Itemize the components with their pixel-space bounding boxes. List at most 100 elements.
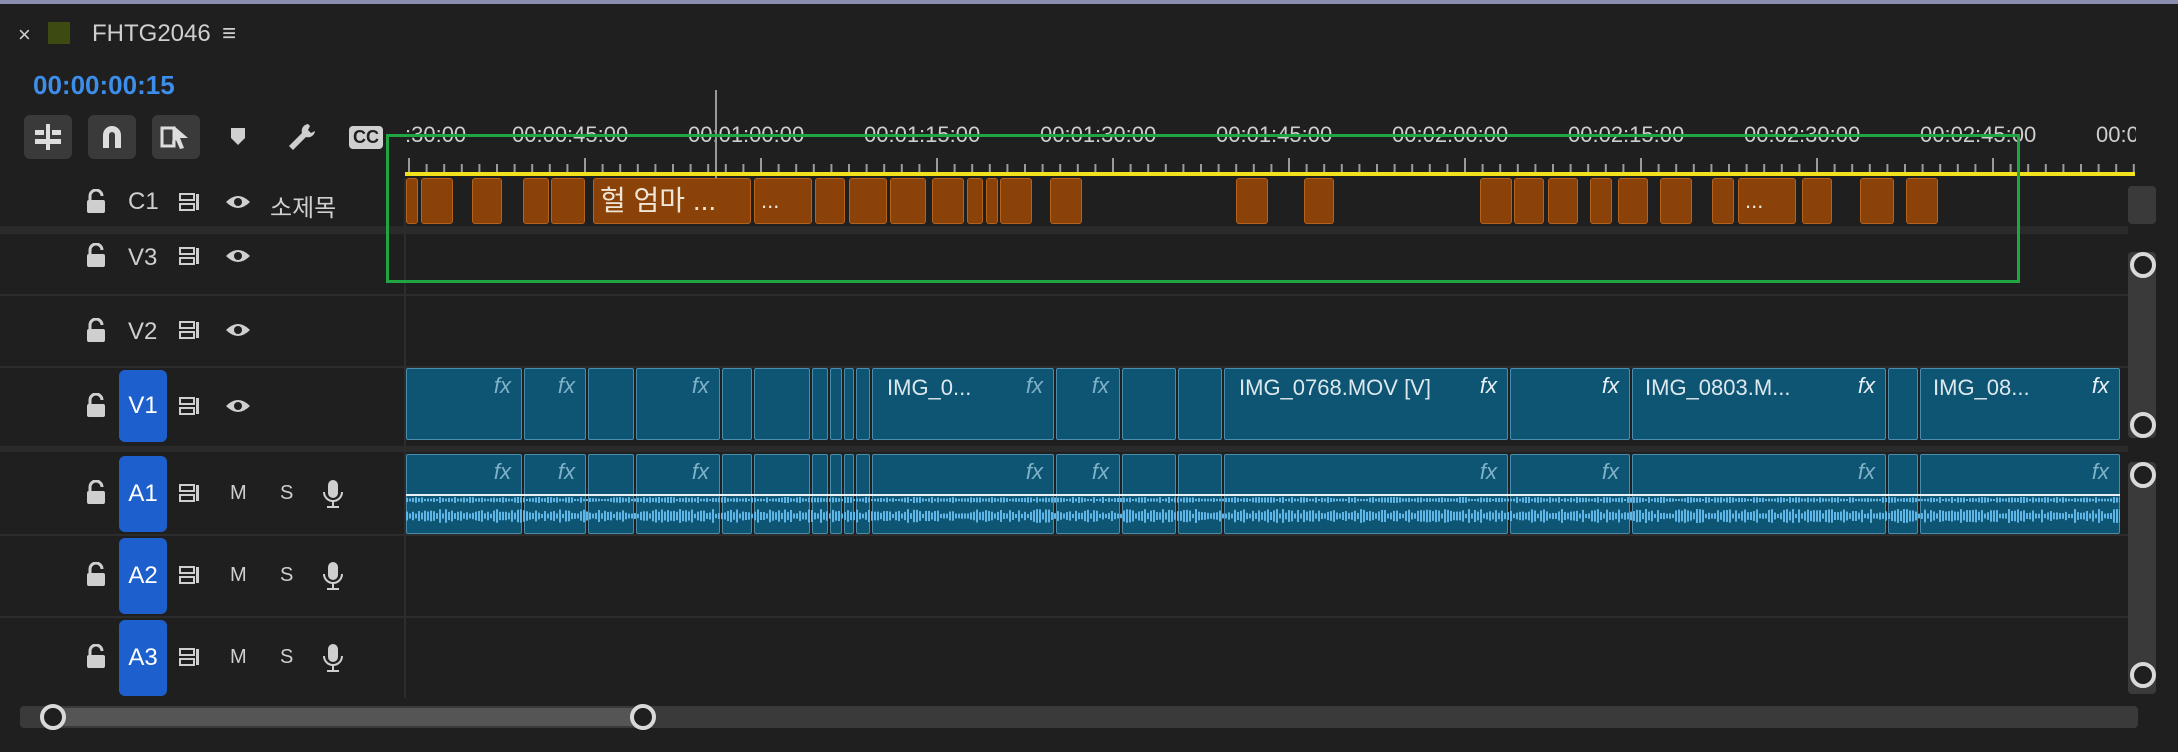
panel-menu-icon[interactable]: ≡ [222, 20, 236, 48]
waveform-bar [1594, 498, 1596, 502]
caption-track-scrollbar[interactable] [2128, 186, 2156, 224]
waveform-bar [1324, 513, 1326, 519]
waveform-bar [1996, 497, 1998, 503]
video-clip[interactable]: IMG_08... fx [1920, 368, 2120, 440]
insert-overwrite-icon[interactable] [24, 115, 72, 159]
solo-button-a1[interactable]: S [280, 482, 293, 505]
video-clip[interactable] [1122, 368, 1176, 440]
waveform-bar [1720, 512, 1722, 520]
waveform-bar [1852, 511, 1854, 521]
lock-icon[interactable] [84, 318, 108, 344]
waveform-bar [1702, 498, 1704, 502]
waveform-bar [766, 497, 768, 503]
lock-icon[interactable] [84, 480, 108, 506]
video-clip[interactable]: IMG_0... fx [872, 368, 1054, 440]
sync-lock-icon[interactable] [178, 483, 202, 503]
waveform-bar [787, 512, 789, 520]
scrollbar-knob[interactable] [2130, 412, 2156, 438]
lock-icon[interactable] [84, 644, 108, 670]
eye-icon[interactable] [224, 246, 252, 266]
sync-lock-icon[interactable] [178, 320, 202, 340]
wrench-settings-icon[interactable] [280, 115, 324, 159]
sync-lock-icon[interactable] [178, 192, 202, 212]
zoom-handle-left[interactable] [40, 704, 66, 730]
close-panel-icon[interactable]: × [18, 22, 31, 48]
video-clip[interactable] [588, 368, 634, 440]
video-clip[interactable]: fx [636, 368, 720, 440]
waveform-bar [1984, 513, 1986, 519]
microphone-icon[interactable] [322, 478, 344, 510]
video-clip[interactable]: IMG_0768.MOV [V] fx [1224, 368, 1508, 440]
scrollbar-knob[interactable] [2130, 252, 2156, 278]
waveform-bar [502, 511, 504, 521]
waveform-bar [1399, 513, 1401, 519]
eye-icon[interactable] [224, 396, 252, 416]
track-target-a1[interactable]: A1 [119, 456, 167, 532]
sequence-tab-name[interactable]: FHTG2046 [92, 20, 211, 48]
waveform-bar [2047, 512, 2049, 520]
waveform-bar [634, 498, 636, 502]
waveform-bar [1861, 498, 1863, 502]
eye-icon[interactable] [224, 192, 252, 212]
track-target-v1[interactable]: V1 [119, 370, 167, 442]
snap-magnet-icon[interactable] [88, 115, 136, 159]
microphone-icon[interactable] [322, 642, 344, 674]
audio-waveform [406, 494, 2120, 523]
video-clip[interactable] [754, 368, 810, 440]
scrollbar-thumb[interactable] [44, 708, 644, 726]
sync-lock-icon[interactable] [178, 396, 202, 416]
mute-button-a1[interactable]: M [230, 482, 247, 505]
video-clip[interactable] [856, 368, 870, 440]
video-clip[interactable]: fx [406, 368, 522, 440]
zoom-handle-right[interactable] [630, 704, 656, 730]
lock-icon[interactable] [84, 562, 108, 588]
waveform-bar [1855, 498, 1857, 502]
video-clip[interactable] [844, 368, 854, 440]
waveform-bar [670, 497, 672, 503]
video-clip[interactable] [812, 368, 828, 440]
linked-selection-icon[interactable] [152, 115, 200, 159]
solo-button-a2[interactable]: S [280, 564, 293, 587]
sync-lock-icon[interactable] [178, 565, 202, 585]
waveform-bar [826, 511, 828, 521]
video-clip[interactable]: IMG_0803.M... fx [1632, 368, 1886, 440]
video-clip[interactable] [1178, 368, 1222, 440]
track-target-a3[interactable]: A3 [119, 620, 167, 696]
track-target-a2[interactable]: A2 [119, 538, 167, 614]
waveform-bar [496, 498, 498, 502]
waveform-bar [628, 513, 630, 519]
lock-icon[interactable] [84, 393, 108, 419]
waveform-bar [2032, 497, 2034, 503]
mute-button-a3[interactable]: M [230, 646, 247, 669]
video-tracks-scrollbar[interactable] [2128, 252, 2156, 438]
video-clip[interactable]: fx [1056, 368, 1120, 440]
waveform-bar [1012, 498, 1014, 502]
audio-tracks-scrollbar[interactable] [2128, 462, 2156, 694]
waveform-bar [1540, 510, 1542, 522]
waveform-bar [1678, 509, 1680, 523]
video-clip[interactable] [830, 368, 842, 440]
microphone-icon[interactable] [322, 560, 344, 592]
scrollbar-knob[interactable] [2130, 662, 2156, 688]
waveform-bar [454, 497, 456, 503]
mute-button-a2[interactable]: M [230, 564, 247, 587]
waveform-bar [1858, 498, 1860, 502]
video-clip[interactable]: fx [1510, 368, 1630, 440]
eye-icon[interactable] [224, 320, 252, 340]
lock-icon[interactable] [84, 243, 108, 269]
sync-lock-icon[interactable] [178, 647, 202, 667]
waveform-bar [1090, 498, 1092, 502]
add-marker-icon[interactable] [216, 115, 260, 159]
scrollbar-knob[interactable] [2130, 462, 2156, 488]
video-clip[interactable]: fx [524, 368, 586, 440]
waveform-bar [1441, 497, 1443, 503]
captions-cc-icon[interactable]: CC [344, 115, 388, 159]
video-clip[interactable] [1888, 368, 1918, 440]
solo-button-a3[interactable]: S [280, 646, 293, 669]
sync-lock-icon[interactable] [178, 246, 202, 266]
waveform-bar [1339, 498, 1341, 502]
playhead-timecode[interactable]: 00:00:00:15 [33, 70, 175, 101]
waveform-bar [1438, 497, 1440, 503]
lock-icon[interactable] [84, 189, 108, 215]
video-clip[interactable] [722, 368, 752, 440]
